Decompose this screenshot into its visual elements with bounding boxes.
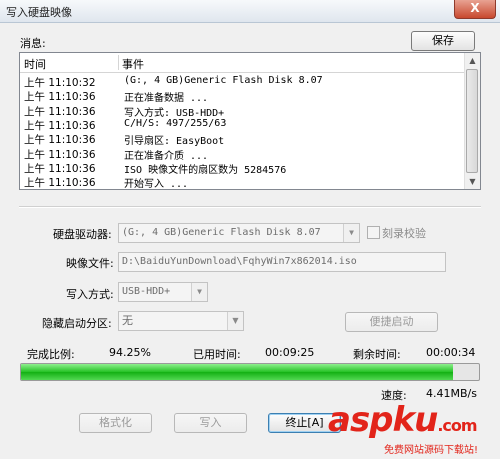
chevron-down-icon: ▼ [343,224,359,242]
image-file-label: 映像文件: [66,257,114,270]
write-button[interactable]: 写入 [174,413,247,433]
drive-select[interactable]: (G:, 4 GB)Generic Flash Disk 8.07 ▼ [118,223,360,243]
progress-fill [21,364,453,380]
quick-boot-button[interactable]: 便捷启动 [345,312,438,332]
verify-checkbox[interactable] [367,226,380,239]
close-icon: X [470,1,480,15]
hidden-partition-label: 隐藏启动分区: [42,317,112,330]
elapsed-label: 已用时间: [193,348,241,361]
watermark-slogan: 免费网站源码下载站! [384,445,479,456]
column-header-time[interactable]: 时间 [24,56,46,72]
elapsed-value: 00:09:25 [265,346,315,359]
window-title: 写入硬盘映像 [6,6,72,19]
table-row[interactable]: 上午 11:10:36 C/H/S: 497/255/63 [20,117,466,132]
table-row[interactable]: 上午 11:10:32 (G:, 4 GB)Generic Flash Disk … [20,74,466,89]
write-method-select[interactable]: USB-HDD+ ▼ [118,282,208,302]
column-separator [118,55,119,70]
hidden-partition-value: 无 [122,314,133,327]
table-row[interactable]: 上午 11:10:36 引导扇区: EasyBoot [20,131,466,147]
chevron-down-icon: ▼ [191,283,207,301]
message-log[interactable]: 时间 事件 上午 11:10:32 (G:, 4 GB)Generic Flash… [19,52,481,190]
write-method-label: 写入方式: [66,288,114,301]
messages-label: 消息: [20,37,46,50]
title-bar: 写入硬盘映像 X [0,0,500,23]
log-scrollbar[interactable]: ▲ ▼ [464,53,480,189]
scroll-down-icon[interactable]: ▼ [465,174,480,189]
site-watermark: aspku.com 免费网站源码下载站! [328,400,498,456]
done-label: 完成比例: [27,348,75,361]
section-divider [19,206,481,208]
done-value: 94.25% [109,346,151,359]
row-time: 上午 11:10:36 [24,177,96,190]
chevron-down-icon: ▼ [227,312,243,330]
table-row[interactable]: 上午 11:10:36 正在准备数据 ... [20,88,466,104]
column-header-event[interactable]: 事件 [122,56,144,72]
format-button[interactable]: 格式化 [79,413,152,433]
remaining-label: 剩余时间: [353,348,401,361]
drive-label: 硬盘驱动器: [53,228,112,241]
log-header: 时间 事件 [20,53,466,73]
row-event: 开始写入 ... [124,179,189,190]
watermark-logo: aspku.com [328,400,478,440]
drive-select-value: (G:, 4 GB)Generic Flash Disk 8.07 [122,227,321,238]
image-file-field[interactable]: D:\BaiduYunDownload\FqhyWin7x862014.iso [118,252,446,272]
progress-bar [20,363,480,381]
table-row[interactable]: 上午 11:10:36 开始写入 ... [20,174,466,189]
table-row[interactable]: 上午 11:10:36 正在准备介质 ... [20,146,466,162]
speed-value: 4.41MB/s [426,387,477,400]
table-row[interactable]: 上午 11:10:36 ISO 映像文件的扇区数为 5284576 [20,160,466,176]
verify-label: 刻录校验 [382,227,426,240]
remaining-value: 00:00:34 [426,346,476,359]
close-button[interactable]: X [454,0,496,19]
write-method-value: USB-HDD+ [122,286,171,297]
scroll-up-icon[interactable]: ▲ [465,53,480,68]
row-event: C/H/S: 497/255/63 [124,117,227,129]
row-event: (G:, 4 GB)Generic Flash Disk 8.07 [124,75,323,86]
save-button[interactable]: 保存 [411,31,475,51]
table-row[interactable]: 上午 11:10:36 写入方式: USB-HDD+ [20,103,466,119]
hidden-partition-select[interactable]: 无 ▼ [118,311,244,331]
scroll-thumb[interactable] [466,69,478,173]
